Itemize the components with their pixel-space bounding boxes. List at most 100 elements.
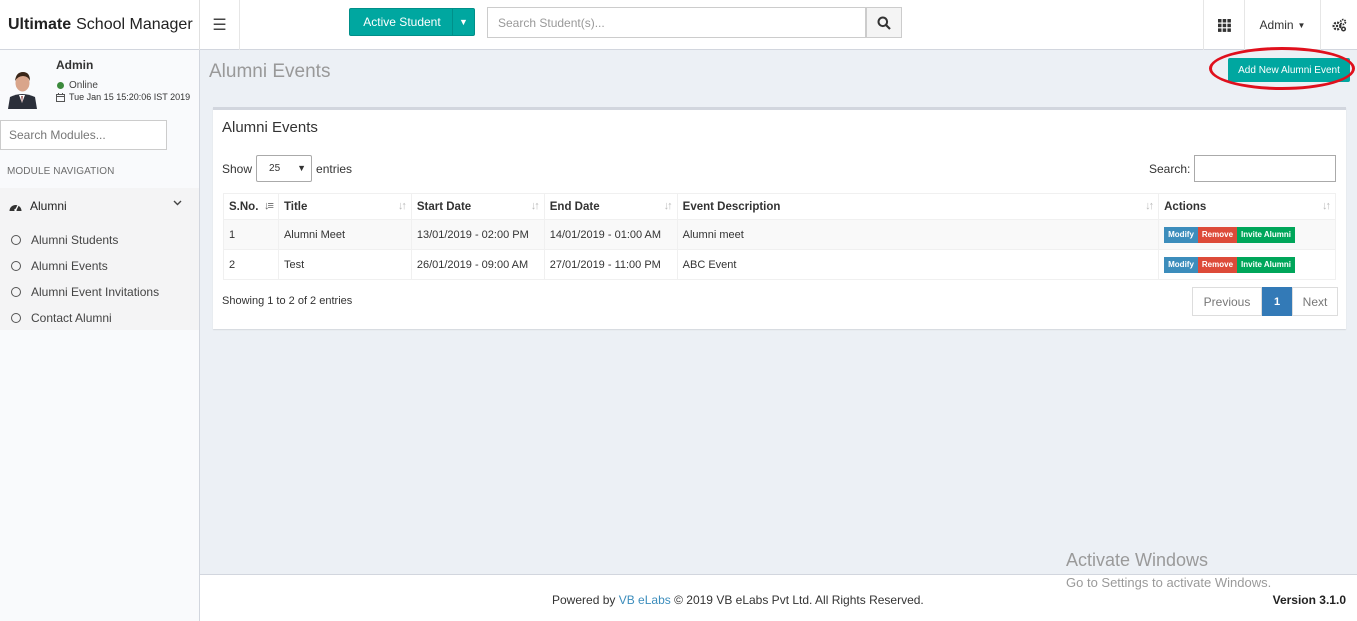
cell-start-date: 26/01/2019 - 09:00 AM bbox=[410, 249, 545, 280]
sort-icon: ↓↑ bbox=[397, 200, 407, 212]
cell-start-date: 13/01/2019 - 02:00 PM bbox=[410, 219, 545, 250]
column-header-title[interactable]: Title ↓↑ bbox=[277, 193, 412, 220]
sidebar-item-label: Alumni Students bbox=[31, 233, 119, 247]
powered-by-text: Powered by bbox=[552, 593, 616, 607]
user-avatar bbox=[5, 67, 40, 109]
box-title: Alumni Events bbox=[222, 119, 318, 136]
caret-down-icon: ▼ bbox=[1297, 20, 1306, 30]
footer-text: Powered by VB eLabs © 2019 VB eLabs Pvt … bbox=[552, 593, 924, 607]
column-header-actions[interactable]: Actions ↓↑ bbox=[1158, 193, 1336, 220]
datetime-text: Tue Jan 15 15:20:06 IST 2019 bbox=[69, 92, 191, 102]
sidebar-item-label: Alumni Events bbox=[31, 259, 108, 273]
entries-label: entries bbox=[316, 161, 353, 176]
cell-end-date: 14/01/2019 - 01:00 AM bbox=[543, 219, 678, 250]
cell-end-date: 27/01/2019 - 11:00 PM bbox=[543, 249, 678, 280]
column-header-description[interactable]: Event Description ↓↑ bbox=[676, 193, 1160, 220]
vendor-link[interactable]: VB eLabs bbox=[619, 593, 671, 607]
circle-icon bbox=[11, 287, 21, 297]
events-table: S.No. ↓≡ Title ↓↑ Start Date ↓↑ End Date ↓↑ … bbox=[223, 193, 1336, 280]
sort-icon: ↓↑ bbox=[530, 200, 540, 212]
sidebar: Admin Online Tue Jan 15 15:20:06 IST 201… bbox=[0, 50, 200, 621]
entries-length-control: Show 25 ▼ entries bbox=[222, 155, 352, 182]
cell-description: Alumni meet bbox=[676, 219, 1160, 250]
nav-item-alumni[interactable]: Alumni bbox=[0, 188, 199, 224]
sidebar-item-alumni-event-invitations[interactable]: Alumni Event Invitations bbox=[0, 279, 199, 305]
menu-toggle-button[interactable]: ☰ bbox=[200, 0, 240, 50]
sidebar-item-label: Contact Alumni bbox=[31, 311, 112, 325]
remove-button[interactable]: Remove bbox=[1197, 256, 1238, 273]
next-page-button[interactable]: Next bbox=[1292, 287, 1338, 316]
version-text: Version 3.1.0 bbox=[1272, 593, 1346, 607]
modify-button[interactable]: Modify bbox=[1164, 226, 1198, 243]
brand-bold: Ultimate bbox=[8, 16, 72, 33]
brand-rest: School Manager bbox=[76, 16, 193, 33]
online-dot-icon bbox=[57, 82, 64, 89]
cell-title: Alumni Meet bbox=[277, 219, 412, 250]
user-datetime: Tue Jan 15 15:20:06 IST 2019 bbox=[56, 92, 190, 102]
sort-icon: ↓↑ bbox=[663, 200, 673, 212]
column-header-end-date[interactable]: End Date ↓↑ bbox=[543, 193, 678, 220]
table-row: 2 Test 26/01/2019 - 09:00 AM 27/01/2019 … bbox=[223, 249, 1336, 280]
entries-value: 25 bbox=[269, 163, 281, 174]
calendar-icon bbox=[56, 92, 65, 102]
events-box: Alumni Events Show 25 ▼ entries Search: … bbox=[213, 107, 1346, 329]
cell-title: Test bbox=[277, 249, 412, 280]
cell-sno: 1 bbox=[223, 219, 279, 250]
user-name: Admin bbox=[56, 58, 94, 72]
circle-icon bbox=[11, 313, 21, 323]
nav-header: MODULE NAVIGATION bbox=[7, 166, 115, 177]
admin-label: Admin bbox=[1259, 18, 1294, 32]
module-search-input[interactable] bbox=[0, 120, 167, 150]
settings-button[interactable] bbox=[1320, 0, 1357, 50]
table-search-label: Search: bbox=[1149, 162, 1191, 176]
sidebar-item-label: Alumni Event Invitations bbox=[31, 285, 160, 299]
circle-icon bbox=[11, 235, 21, 245]
user-status: Online bbox=[57, 80, 98, 91]
copyright-text: © 2019 VB eLabs Pvt Ltd. All Rights Rese… bbox=[674, 593, 924, 607]
column-header-sno[interactable]: S.No. ↓≡ bbox=[223, 193, 279, 220]
hamburger-icon: ☰ bbox=[212, 17, 227, 34]
invite-alumni-button[interactable]: Invite Alumni bbox=[1237, 256, 1295, 273]
active-student-dropdown[interactable]: Active Student ▼ bbox=[349, 8, 475, 36]
apps-grid-button[interactable] bbox=[1203, 0, 1244, 50]
search-button[interactable] bbox=[866, 7, 902, 38]
sidebar-item-alumni-events[interactable]: Alumni Events bbox=[0, 253, 199, 279]
status-text: Online bbox=[69, 80, 98, 91]
page-1-button[interactable]: 1 bbox=[1262, 287, 1292, 316]
cell-actions: Modify Remove Invite Alumni bbox=[1158, 249, 1336, 280]
chevron-down-icon bbox=[173, 200, 182, 206]
modify-button[interactable]: Modify bbox=[1164, 256, 1198, 273]
invite-alumni-button[interactable]: Invite Alumni bbox=[1237, 226, 1295, 243]
cell-sno: 2 bbox=[223, 249, 279, 280]
caret-down-icon: ▼ bbox=[297, 163, 307, 173]
dashboard-gauge-icon bbox=[9, 204, 22, 211]
sidebar-item-contact-alumni[interactable]: Contact Alumni bbox=[0, 305, 199, 331]
remove-button[interactable]: Remove bbox=[1197, 226, 1238, 243]
sidebar-item-alumni-students[interactable]: Alumni Students bbox=[0, 227, 199, 253]
cell-actions: Modify Remove Invite Alumni bbox=[1158, 219, 1336, 250]
table-header-row: S.No. ↓≡ Title ↓↑ Start Date ↓↑ End Date ↓↑ … bbox=[223, 193, 1336, 220]
windows-watermark-title: Activate Windows bbox=[1066, 550, 1209, 570]
gears-icon bbox=[1331, 18, 1346, 32]
table-row: 1 Alumni Meet 13/01/2019 - 02:00 PM 14/0… bbox=[223, 219, 1336, 250]
table-search-input[interactable] bbox=[1194, 155, 1336, 182]
user-panel: Admin Online Tue Jan 15 15:20:06 IST 201… bbox=[0, 50, 199, 112]
windows-watermark-subtitle: Go to Settings to activate Windows. bbox=[1066, 575, 1272, 590]
sort-icon: ↓↑ bbox=[1322, 200, 1331, 212]
pagination: Previous 1 Next bbox=[1192, 287, 1338, 316]
circle-icon bbox=[11, 261, 21, 271]
grid-icon bbox=[1217, 18, 1231, 32]
caret-down-icon[interactable]: ▼ bbox=[452, 9, 474, 35]
page-title: Alumni Events bbox=[209, 61, 331, 82]
nav-item-label: Alumni bbox=[30, 199, 67, 213]
student-search-input[interactable] bbox=[487, 7, 866, 38]
cell-description: ABC Event bbox=[676, 249, 1160, 280]
previous-page-button[interactable]: Previous bbox=[1192, 287, 1262, 316]
admin-user-menu[interactable]: Admin ▼ bbox=[1244, 0, 1320, 50]
nav-group-alumni: Alumni Alumni Students Alumni Events Alu… bbox=[0, 188, 199, 330]
sort-asc-icon: ↓≡ bbox=[264, 200, 274, 212]
active-student-label: Active Student bbox=[363, 15, 441, 29]
column-header-start-date[interactable]: Start Date ↓↑ bbox=[410, 193, 545, 220]
app-logo[interactable]: Ultimate School Manager bbox=[0, 0, 200, 50]
entries-select[interactable]: 25 ▼ bbox=[256, 155, 313, 182]
